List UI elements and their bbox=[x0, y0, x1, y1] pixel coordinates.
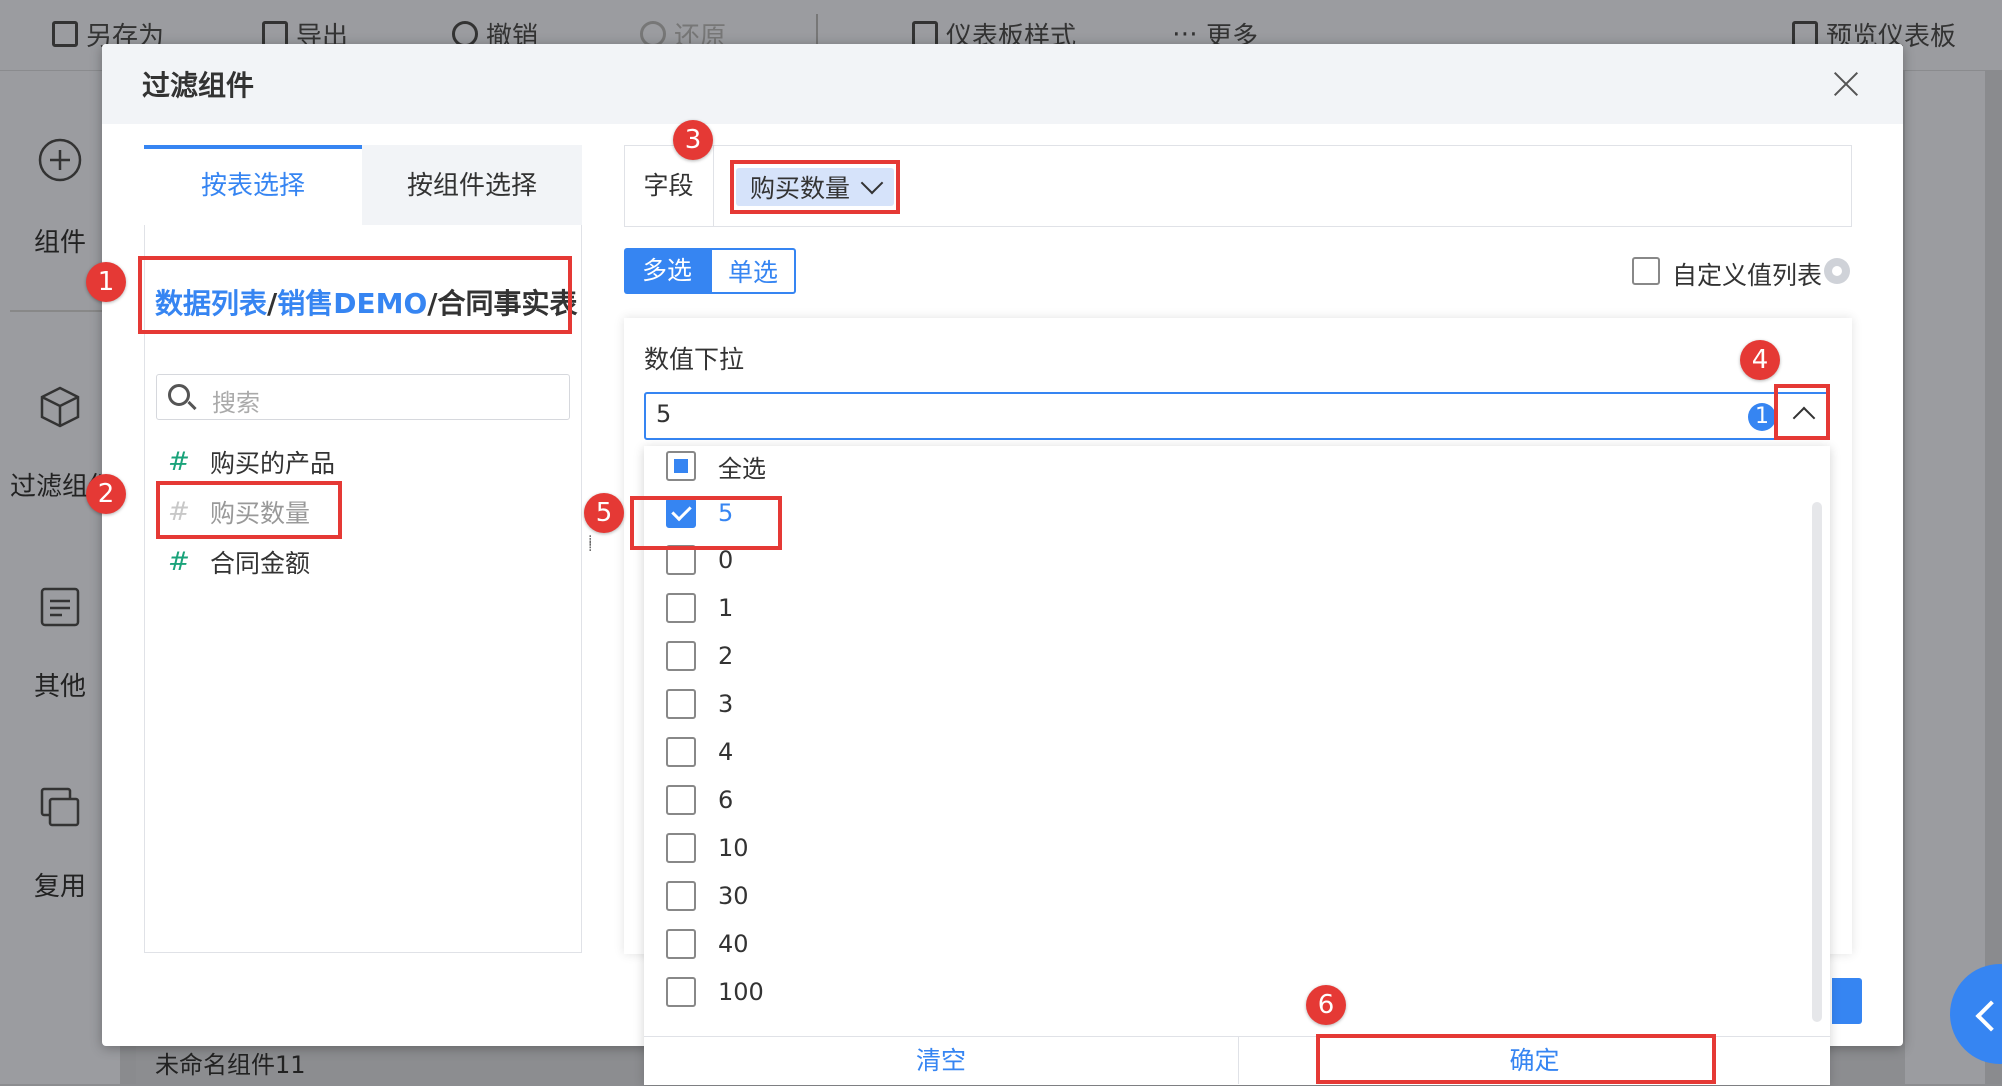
custom-value-list-checkbox[interactable] bbox=[1632, 257, 1660, 285]
document-icon[interactable] bbox=[38, 585, 82, 629]
checkbox[interactable] bbox=[666, 881, 696, 911]
field-label: 购买的产品 bbox=[210, 449, 336, 478]
dropdown-scrollbar[interactable] bbox=[1812, 502, 1822, 1022]
option-label: 全选 bbox=[718, 454, 766, 483]
custom-value-list-label: 自定义值列表 bbox=[1672, 261, 1823, 290]
copy-icon[interactable] bbox=[38, 785, 82, 829]
sidebar-divider bbox=[10, 310, 110, 312]
annotation-marker-2: 2 bbox=[86, 474, 126, 514]
gear-icon[interactable] bbox=[1824, 258, 1850, 284]
option-item[interactable]: 4 bbox=[666, 732, 733, 772]
field-item-product[interactable]: # 购买的产品 bbox=[168, 442, 335, 482]
field-item-amount[interactable]: # 合同金额 bbox=[168, 542, 310, 582]
checkbox[interactable] bbox=[666, 593, 696, 623]
checkbox[interactable] bbox=[666, 977, 696, 1007]
dropdown-options-panel bbox=[644, 446, 1830, 1084]
annotation-box-3 bbox=[730, 160, 900, 214]
annotation-box-5 bbox=[630, 496, 782, 550]
annotation-marker-6: 6 bbox=[1306, 985, 1346, 1025]
annotation-box-6 bbox=[1316, 1034, 1716, 1084]
dialog-title: 过滤组件 bbox=[142, 69, 255, 102]
option-label: 2 bbox=[718, 642, 734, 670]
option-label: 6 bbox=[718, 786, 734, 814]
confirm-button-partial[interactable] bbox=[1832, 978, 1862, 1024]
option-label: 4 bbox=[718, 738, 734, 766]
annotation-marker-3: 3 bbox=[673, 120, 713, 160]
option-label: 0 bbox=[718, 546, 734, 574]
checkbox[interactable] bbox=[666, 929, 696, 959]
checkbox[interactable] bbox=[666, 689, 696, 719]
component-name: 未命名组件11 bbox=[155, 1051, 306, 1079]
option-item[interactable]: 30 bbox=[666, 876, 749, 916]
plus-circle-icon[interactable] bbox=[38, 138, 82, 182]
option-item[interactable]: 40 bbox=[666, 924, 749, 964]
option-label: 40 bbox=[718, 930, 749, 958]
numeric-dropdown-title: 数值下拉 bbox=[644, 345, 745, 374]
multi-select-toggle[interactable]: 多选 bbox=[624, 248, 710, 294]
checkbox[interactable] bbox=[666, 737, 696, 767]
annotation-marker-4: 4 bbox=[1740, 340, 1780, 380]
number-field-icon: # bbox=[168, 547, 190, 577]
search-placeholder: 搜索 bbox=[212, 389, 260, 417]
checkbox[interactable] bbox=[666, 833, 696, 863]
numeric-dropdown-input[interactable] bbox=[644, 392, 1830, 440]
dialog-header bbox=[102, 44, 1903, 124]
selected-count-badge: 1 bbox=[1748, 403, 1776, 431]
resize-handle-icon[interactable]: ⁞ ⁞ bbox=[588, 534, 596, 562]
field-label: 合同金额 bbox=[210, 549, 311, 578]
single-select-toggle[interactable]: 单选 bbox=[710, 248, 796, 294]
option-item[interactable]: 10 bbox=[666, 828, 749, 868]
number-field-icon: # bbox=[168, 447, 190, 477]
option-item[interactable]: 6 bbox=[666, 780, 733, 820]
clear-button[interactable]: 清空 bbox=[644, 1036, 1238, 1084]
cube-icon[interactable] bbox=[38, 385, 82, 429]
annotation-box-1 bbox=[138, 256, 572, 334]
option-item[interactable]: 1 bbox=[666, 588, 733, 628]
checkbox[interactable] bbox=[666, 451, 696, 481]
checkbox[interactable] bbox=[666, 785, 696, 815]
annotation-box-4 bbox=[1774, 384, 1830, 440]
option-label: 30 bbox=[718, 882, 749, 910]
annotation-marker-5: 5 bbox=[584, 493, 624, 533]
tab-by-table[interactable]: 按表选择 bbox=[144, 145, 362, 225]
option-item[interactable]: 100 bbox=[666, 972, 764, 1012]
annotation-marker-1: 1 bbox=[86, 262, 126, 302]
annotation-box-2 bbox=[156, 481, 342, 539]
canvas-edge bbox=[120, 1040, 136, 1084]
right-scroll-strip[interactable] bbox=[1985, 71, 2002, 1084]
tab-by-component[interactable]: 按组件选择 bbox=[362, 145, 582, 225]
option-label: 10 bbox=[718, 834, 749, 862]
toolbar-divider bbox=[816, 14, 818, 44]
option-select-all[interactable]: 全选 bbox=[666, 446, 766, 486]
close-icon[interactable] bbox=[1832, 70, 1860, 98]
save-as-icon bbox=[52, 21, 78, 47]
option-item[interactable]: 3 bbox=[666, 684, 733, 724]
search-icon bbox=[168, 384, 190, 406]
dropdown-selected-value: 5 bbox=[656, 400, 672, 428]
option-item[interactable]: 2 bbox=[666, 636, 733, 676]
option-label: 3 bbox=[718, 690, 734, 718]
option-label: 1 bbox=[718, 594, 734, 622]
checkbox[interactable] bbox=[666, 641, 696, 671]
option-label: 100 bbox=[718, 978, 764, 1006]
